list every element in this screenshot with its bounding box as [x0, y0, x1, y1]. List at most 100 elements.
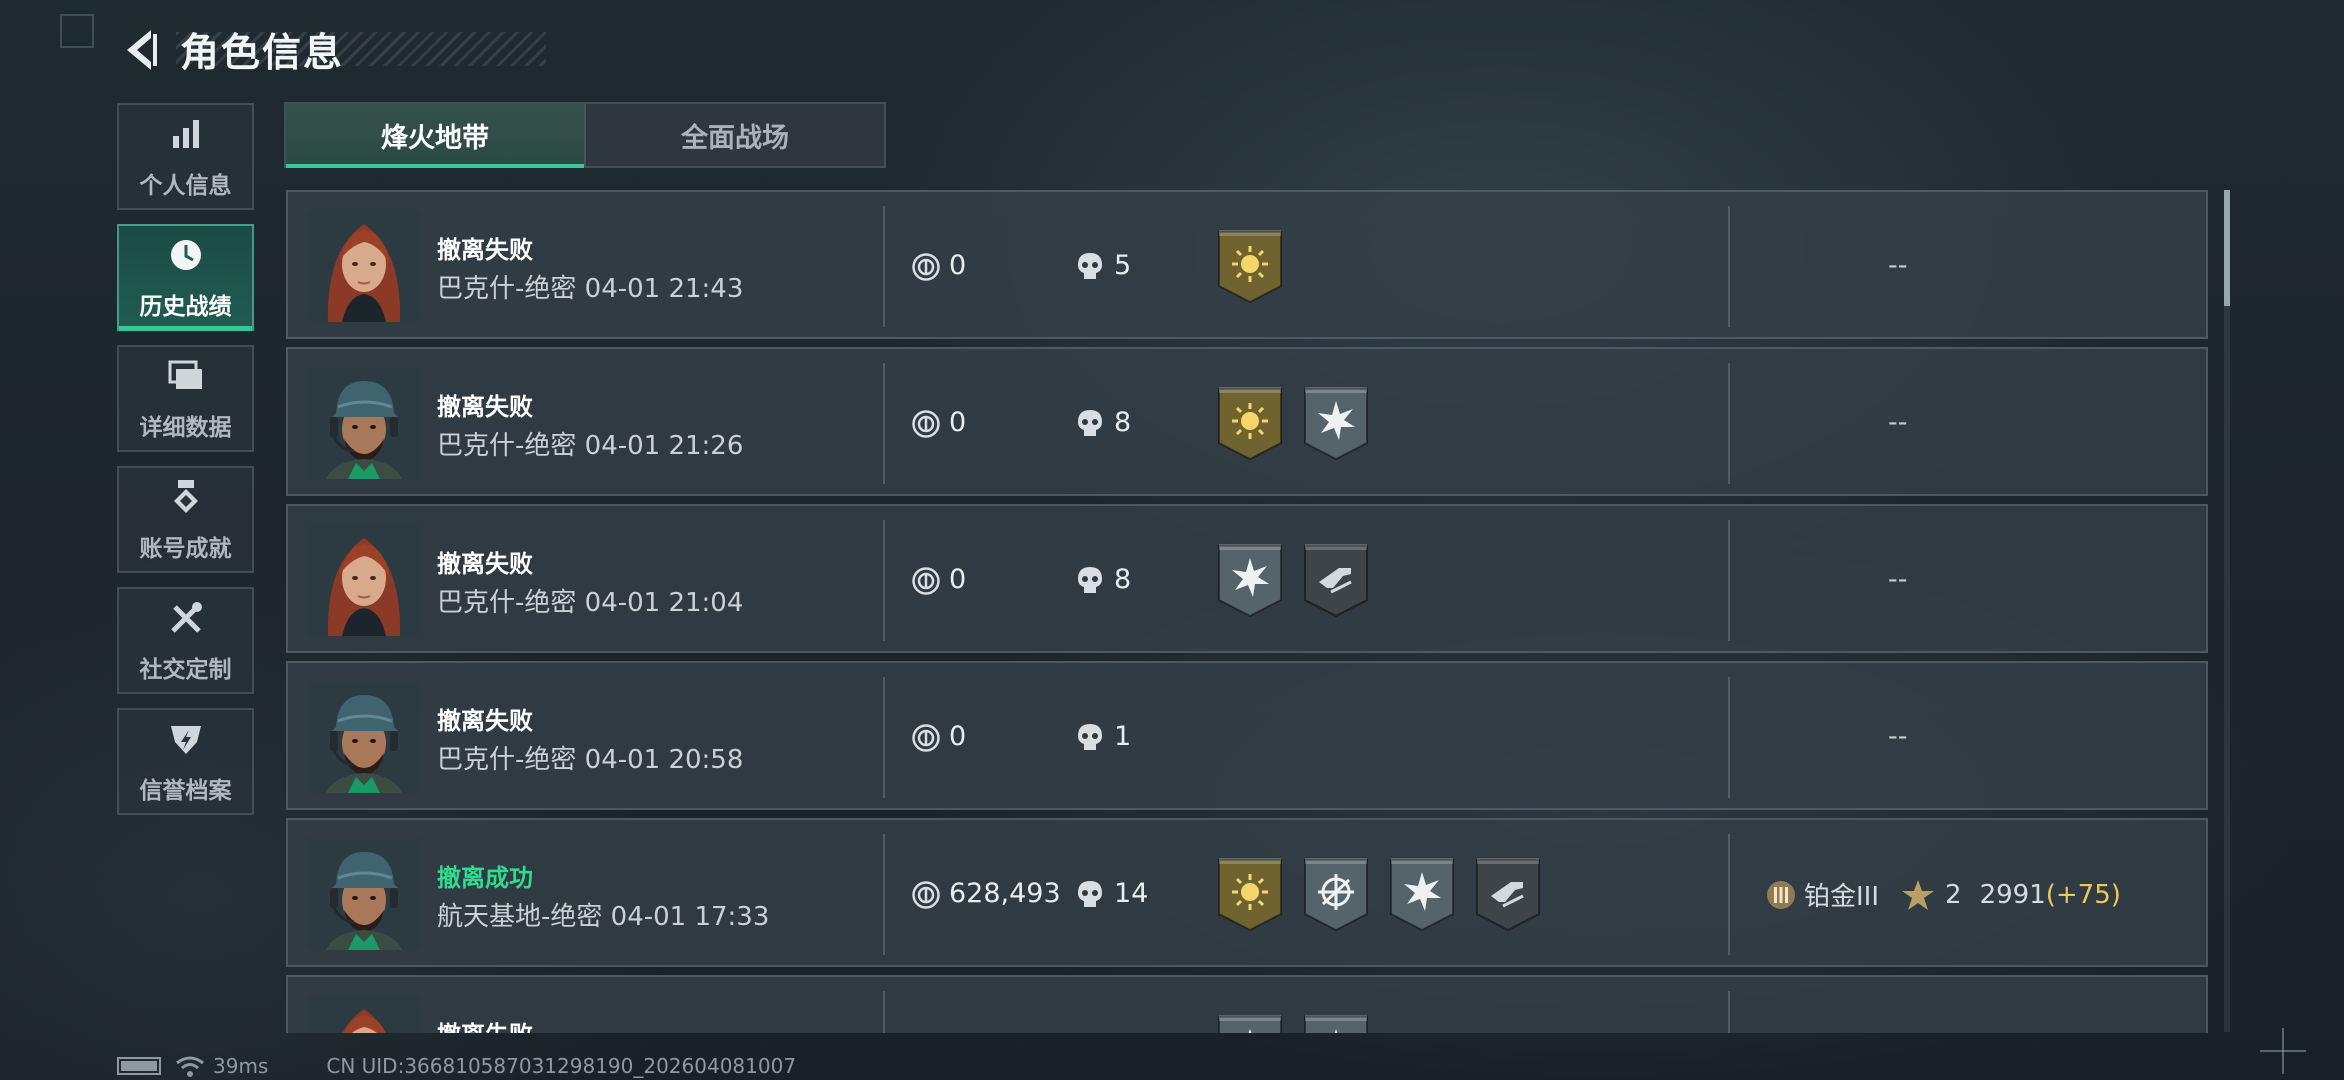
match-result: 撤离失败	[437, 393, 533, 421]
clock-icon	[166, 235, 206, 275]
nav-label: 详细数据	[139, 415, 232, 441]
tab-full-battlefield[interactable]: 全面战场	[584, 104, 884, 166]
nav-label: 个人信息	[139, 173, 232, 199]
corner-decoration	[60, 14, 94, 48]
kill-count: 8	[1114, 407, 1132, 438]
scrollbar[interactable]	[2224, 190, 2230, 1032]
silver-burst-medal-icon[interactable]	[1303, 1013, 1369, 1033]
nav-label: 社交定制	[139, 657, 232, 683]
match-row[interactable]: 撤离失败 巴克什-绝密 04-01 21:43 0 5 --	[286, 190, 2208, 339]
medal-list	[1217, 385, 1369, 465]
coin-icon	[912, 881, 940, 909]
nav-item-match-history[interactable]: 历史战绩	[117, 224, 254, 331]
operator-avatar	[308, 210, 420, 322]
silver-burst-medal-icon[interactable]	[1217, 542, 1283, 622]
operator-avatar	[308, 838, 420, 950]
mode-tabs: 烽火地带 全面战场	[284, 102, 886, 168]
tools-icon	[166, 598, 206, 638]
kill-count: 5	[1114, 250, 1132, 281]
battery-icon	[117, 1057, 161, 1075]
rank-placeholder: --	[1888, 564, 1908, 595]
match-result: 撤离成功	[437, 864, 533, 892]
match-row[interactable]: 撤离失败巴克什-绝密 04-01 21:26 0 8 --	[286, 347, 2208, 496]
rank-placeholder: --	[1888, 250, 1908, 281]
row-divider	[1728, 363, 1730, 484]
nav-item-social-custom[interactable]: 社交定制	[117, 587, 254, 694]
gold-sun-medal-icon[interactable]	[1217, 856, 1283, 936]
row-divider	[1728, 834, 1730, 955]
silver-target-medal-icon[interactable]	[1303, 856, 1369, 936]
skull-icon	[1078, 567, 1102, 593]
coin-icon	[912, 253, 940, 281]
skull-icon	[1078, 881, 1102, 907]
medal-list	[1217, 228, 1283, 308]
side-nav: 个人信息 历史战绩 详细数据 账号成就 社交定制 信誉档案	[117, 103, 254, 829]
row-divider	[883, 991, 885, 1033]
back-button[interactable]	[116, 24, 166, 76]
nav-item-personal-info[interactable]: 个人信息	[117, 103, 254, 210]
rank-placeholder: --	[1888, 407, 1908, 438]
row-divider	[883, 206, 885, 327]
coin-icon	[912, 410, 940, 438]
match-row[interactable]: 撤离失败 巴克什-绝密 04-01 21:04 0 8 --	[286, 504, 2208, 653]
medal-list	[1217, 542, 1369, 622]
skull-icon	[1078, 253, 1102, 279]
dark-gun-medal-icon[interactable]	[1303, 542, 1369, 622]
nav-label: 账号成就	[139, 536, 232, 562]
operator-avatar	[308, 681, 420, 793]
coin-icon	[912, 567, 940, 595]
star-icon	[1902, 879, 1935, 910]
nav-item-detailed-data[interactable]: 详细数据	[117, 345, 254, 452]
gold-sun-medal-icon[interactable]	[1217, 385, 1283, 465]
match-row[interactable]: 撤离失败	[286, 975, 2208, 1033]
money-value: 0	[949, 564, 967, 595]
nav-label: 信誉档案	[139, 778, 232, 804]
wifi-icon	[176, 1056, 204, 1077]
map-and-time: 巴克什-绝密 04-01 21:26	[437, 431, 744, 461]
rank-info: 铂金III 2 2991 (+75)	[1764, 876, 2121, 913]
nav-item-achievements[interactable]: 账号成就	[117, 466, 254, 573]
bar-chart-icon	[166, 114, 206, 154]
medal-list	[1217, 1013, 1369, 1033]
back-arrow-icon	[127, 30, 157, 70]
shield-icon	[166, 719, 206, 759]
match-row[interactable]: 撤离失败 巴克什-绝密 04-01 20:58 0 1 --	[286, 661, 2208, 810]
status-bar: 39ms CN UID:366810587031298190_202604081…	[117, 1054, 796, 1078]
operator-avatar	[308, 524, 420, 636]
rank-placeholder: --	[1888, 721, 1908, 752]
match-row[interactable]: 撤离成功 航天基地-绝密 04-01 17:33 628,493 14 铂金III 2 29…	[286, 818, 2208, 967]
money-value: 0	[949, 721, 967, 752]
row-divider	[883, 834, 885, 955]
money-value: 0	[949, 250, 967, 281]
silver-star-medal-icon[interactable]	[1217, 1013, 1283, 1033]
row-divider	[1728, 206, 1730, 327]
row-divider	[1728, 991, 1730, 1033]
rank-tier: 铂金III	[1804, 882, 1880, 912]
uid-text: CN UID:366810587031298190_202604081007	[326, 1054, 797, 1078]
tab-hazard-zone[interactable]: 烽火地带	[286, 104, 584, 168]
nav-item-credit-record[interactable]: 信誉档案	[117, 708, 254, 815]
silver-burst-medal-icon[interactable]	[1389, 856, 1455, 936]
match-result: 撤离失败	[437, 707, 533, 735]
rank-score: 2991	[1979, 879, 2046, 910]
page-title: 角色信息	[180, 31, 345, 76]
medal-icon	[166, 477, 206, 517]
gold-sun-medal-icon[interactable]	[1217, 228, 1283, 308]
money-value: 0	[949, 407, 967, 438]
map-and-time: 航天基地-绝密 04-01 17:33	[437, 902, 770, 932]
folders-icon	[166, 356, 206, 396]
dark-gun-medal-icon[interactable]	[1475, 856, 1541, 936]
page-header: 角色信息	[116, 22, 546, 78]
kill-count: 14	[1114, 878, 1149, 909]
star-count: 2	[1945, 879, 1962, 910]
row-divider	[883, 520, 885, 641]
operator-avatar	[308, 995, 420, 1033]
silver-burst-medal-icon[interactable]	[1303, 385, 1369, 465]
skull-icon	[1078, 410, 1102, 436]
score-delta: (+75)	[2045, 879, 2121, 910]
scrollbar-thumb[interactable]	[2224, 190, 2230, 306]
row-divider	[883, 363, 885, 484]
nav-label: 历史战绩	[139, 294, 232, 320]
map-and-time: 巴克什-绝密 04-01 21:04	[437, 588, 744, 618]
match-history-list: 撤离失败 巴克什-绝密 04-01 21:43 0 5 -- 撤离失败 巴克什-绝密 04-…	[286, 190, 2208, 1033]
